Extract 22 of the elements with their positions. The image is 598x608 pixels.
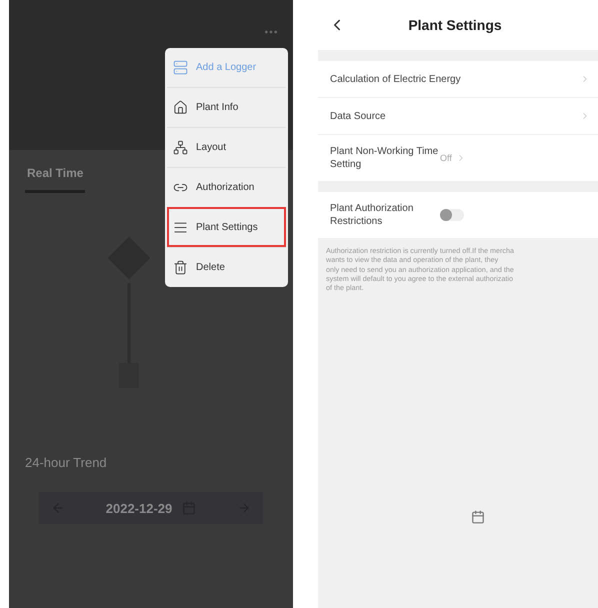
hierarchy-icon (173, 140, 188, 155)
row-label: Plant Non-Working Time Setting (330, 145, 440, 171)
settings-row[interactable]: Calculation of Electric Energy (318, 61, 598, 97)
house-icon (173, 100, 188, 115)
row-value: Off (440, 153, 452, 163)
lines-icon (173, 220, 188, 235)
menu-item[interactable]: Authorization (167, 167, 286, 207)
page-title: Plant Settings (407, 17, 503, 33)
row-label: Plant Authorization Restrictions (330, 202, 414, 228)
toggle-switch[interactable] (440, 209, 464, 221)
menu-item[interactable]: Layout (167, 127, 286, 167)
section-title: 24-hour Trend (24, 454, 108, 472)
menu-item[interactable]: Plant Settings (167, 207, 286, 247)
trash-icon (173, 260, 188, 275)
settings-row[interactable]: Data Source (318, 97, 598, 134)
menu-item[interactable]: Delete (167, 247, 286, 287)
row-label: Data Source (330, 110, 387, 122)
row-label: Calculation of Electric Energy (330, 72, 462, 86)
date-text: 2022-12-29 (106, 500, 172, 516)
menu-item[interactable]: Plant Info (167, 87, 286, 127)
server-icon (173, 60, 188, 75)
calendar-icon[interactable] (471, 510, 485, 524)
